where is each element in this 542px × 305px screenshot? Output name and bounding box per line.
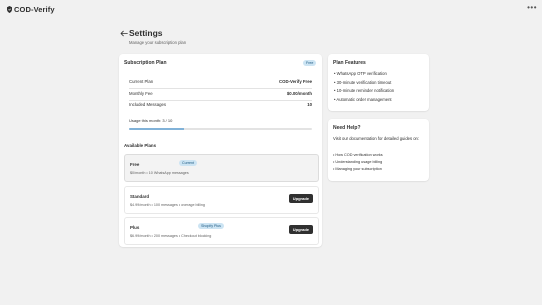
usage-progress-fill xyxy=(129,128,184,130)
usage-progress-bar xyxy=(129,128,312,130)
monthly-fee-label: Monthly Fee xyxy=(129,91,153,96)
subscription-heading: Subscription Plan xyxy=(124,60,167,66)
current-plan-value: COD-Verify Free xyxy=(279,79,312,84)
shield-icon xyxy=(7,6,12,13)
help-topic-link[interactable]: • How COD verification works xyxy=(333,152,383,159)
help-text: Visit our documentation for detailed gui… xyxy=(333,136,420,141)
plan-option-standard[interactable]: Standard $4.99/month • 100 messages • ov… xyxy=(124,186,319,214)
page-title: Settings xyxy=(129,28,163,38)
back-arrow-icon[interactable] xyxy=(120,30,128,37)
plan-option-plus[interactable]: Plus Shopify Plus $6.99/month • 200 mess… xyxy=(124,217,319,245)
more-menu-icon[interactable]: ••• xyxy=(527,3,537,12)
page-subtitle: Manage your subscription plan xyxy=(129,40,187,45)
included-messages-value: 10 xyxy=(307,102,312,107)
row-divider xyxy=(129,88,312,89)
help-heading: Need Help? xyxy=(333,125,361,131)
top-bar: COD-Verify ••• xyxy=(0,0,542,20)
app-name: COD-Verify xyxy=(14,5,55,14)
upgrade-button-standard[interactable]: Upgrade xyxy=(288,194,313,203)
monthly-fee-value: $0.00/month xyxy=(286,91,312,96)
included-messages-label: Included Messages xyxy=(129,102,167,107)
subscription-card: Subscription Plan Free Current Plan COD-… xyxy=(119,54,322,247)
feature-item: Automatic order management xyxy=(334,96,394,105)
plan-features-heading: Plan Features xyxy=(333,60,366,66)
plan-description: $4.99/month • 100 messages • overage bil… xyxy=(130,203,205,207)
plan-name: Free xyxy=(130,162,140,167)
help-topic-link[interactable]: • Understanding usage billing xyxy=(333,159,383,166)
plan-description: $6.99/month • 200 messages • Checkout bl… xyxy=(130,234,212,238)
current-plan-label: Current Plan xyxy=(129,79,154,84)
usage-label: Usage this month: 3 / 10 xyxy=(129,118,173,123)
help-card: Need Help? Visit our documentation for d… xyxy=(328,119,429,181)
available-plans-heading: Available Plans xyxy=(124,143,157,148)
help-topics-list: • How COD verification works • Understan… xyxy=(333,152,383,174)
plan-name: Plus xyxy=(130,225,140,230)
upgrade-button-plus[interactable]: Upgrade xyxy=(288,225,313,234)
feature-item: 30-minute verification timeout xyxy=(334,79,394,88)
shopify-plus-pill: Shopify Plus xyxy=(198,223,224,229)
plan-status-badge: Free xyxy=(303,60,317,66)
current-plan-pill: Current xyxy=(179,160,197,166)
plan-features-card: Plan Features WhatsApp OTP verification … xyxy=(328,54,429,111)
plan-description: $0/month • 10 WhatsApp messages xyxy=(130,171,189,175)
plan-name: Standard xyxy=(130,194,150,199)
feature-item: WhatsApp OTP verification xyxy=(334,70,394,79)
plan-option-free[interactable]: Free Current $0/month • 10 WhatsApp mess… xyxy=(124,154,319,182)
feature-item: 10-minute reminder notification xyxy=(334,87,395,96)
features-list: WhatsApp OTP verification 30-minute veri… xyxy=(334,70,394,105)
row-divider xyxy=(129,100,312,101)
brand[interactable]: COD-Verify xyxy=(7,5,55,14)
help-topic-link[interactable]: • Managing your subscription xyxy=(333,166,383,173)
